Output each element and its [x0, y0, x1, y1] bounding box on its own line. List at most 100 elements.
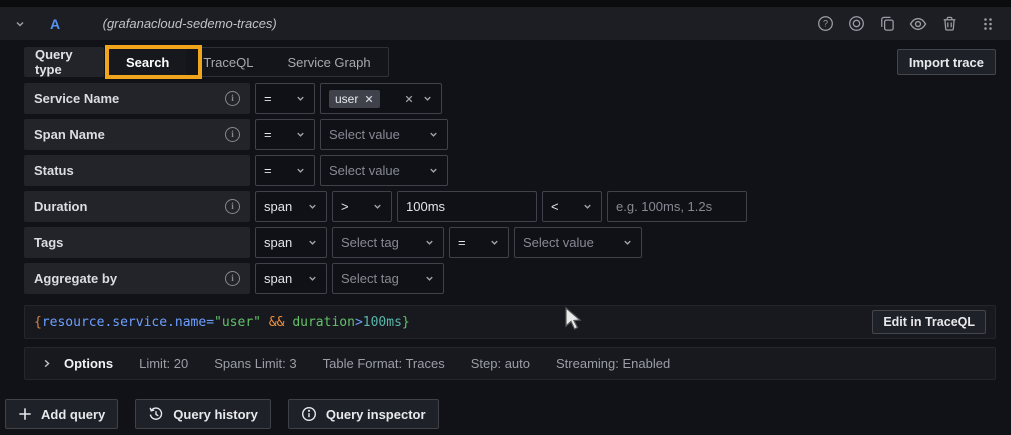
drag-handle-icon[interactable] — [979, 15, 997, 33]
filter-row-span-name: Span Name i = Select value — [24, 119, 747, 150]
filter-label-text: Tags — [34, 235, 63, 250]
duration-max-input[interactable] — [607, 191, 747, 222]
service-name-value-select[interactable]: user — [320, 83, 442, 114]
span-name-value-select[interactable]: Select value — [320, 119, 448, 150]
status-value-select[interactable]: Select value — [320, 155, 448, 186]
select-value: = — [264, 127, 272, 142]
remove-value-icon[interactable] — [364, 94, 374, 104]
tags-operator-select[interactable]: = — [449, 227, 509, 258]
traceql-token: = — [206, 315, 214, 330]
aggregate-scope-select[interactable]: span — [255, 263, 327, 294]
chevron-down-icon — [616, 237, 633, 248]
chevron-down-icon — [301, 237, 318, 248]
option-table-format: Table Format: Traces — [323, 356, 445, 371]
filter-label-duration: Duration i — [24, 191, 250, 222]
filter-label-status: Status — [24, 155, 250, 186]
info-icon[interactable]: i — [225, 199, 240, 214]
tags-scope-select[interactable]: span — [255, 227, 327, 258]
chevron-down-icon — [289, 93, 306, 104]
duration-scope-select[interactable]: span — [255, 191, 327, 222]
tab-service-graph[interactable]: Service Graph — [270, 48, 387, 76]
collapse-chevron-down-icon[interactable] — [14, 18, 26, 30]
svg-text:?: ? — [822, 19, 827, 29]
filter-label-service-name: Service Name i — [24, 83, 250, 114]
select-placeholder: Select value — [329, 163, 400, 178]
help-icon[interactable]: ? — [816, 15, 834, 33]
filter-label-text: Service Name — [34, 91, 119, 106]
select-value: span — [264, 271, 292, 286]
chevron-down-icon — [418, 237, 435, 248]
chevron-right-icon[interactable] — [41, 358, 52, 369]
info-icon[interactable]: i — [225, 91, 240, 106]
tags-value-select[interactable]: Select value — [514, 227, 642, 258]
select-value: > — [341, 199, 349, 214]
filter-label-text: Span Name — [34, 127, 105, 142]
filter-row-status: Status = Select value — [24, 155, 747, 186]
chevron-down-icon — [301, 273, 318, 284]
plus-icon — [18, 407, 32, 421]
traceql-token: duration — [292, 315, 355, 330]
select-placeholder: Select value — [523, 235, 594, 250]
option-limit: Limit: 20 — [139, 356, 188, 371]
query-actions: ? — [816, 15, 997, 33]
history-icon — [148, 406, 164, 422]
duration-min-operator-select[interactable]: > — [332, 191, 392, 222]
button-label: Query inspector — [326, 407, 426, 422]
query-type-label: Query type — [24, 47, 104, 77]
button-label: Query history — [173, 407, 258, 422]
filter-label-aggregate-by: Aggregate by i — [24, 263, 250, 294]
filter-row-service-name: Service Name i = user — [24, 83, 747, 114]
duration-min-input[interactable] — [397, 191, 537, 222]
filter-label-text: Duration — [34, 199, 87, 214]
traceql-token: "user" — [214, 315, 261, 330]
select-value: = — [264, 163, 272, 178]
chip-label: user — [335, 92, 358, 106]
import-trace-button[interactable]: Import trace — [897, 49, 996, 75]
options-title[interactable]: Options — [64, 356, 113, 371]
query-type-tabs: SearchTraceQLService Graph — [108, 47, 389, 77]
chevron-down-icon — [422, 129, 439, 140]
tab-traceql[interactable]: TraceQL — [186, 48, 270, 76]
query-inspector-button[interactable]: Query inspector — [288, 399, 439, 429]
eye-icon[interactable] — [909, 15, 927, 33]
clear-all-icon[interactable] — [398, 94, 414, 104]
traceql-token: 100ms — [363, 315, 402, 330]
button-label: Add query — [41, 407, 105, 422]
datasource-title: (grafanacloud-sedemo-traces) — [103, 16, 277, 31]
info-icon[interactable]: i — [225, 127, 240, 142]
option-spans-limit: Spans Limit: 3 — [214, 356, 296, 371]
edit-in-traceql-button[interactable]: Edit in TraceQL — [872, 310, 986, 334]
panel-top-edge — [0, 0, 1011, 7]
query-ref-id[interactable]: A — [50, 16, 61, 32]
select-placeholder: Select value — [329, 127, 400, 142]
chevron-down-icon — [289, 129, 306, 140]
traceql-preview: {resource.service.name="user" && duratio… — [34, 315, 410, 330]
aggregate-tag-select[interactable]: Select tag — [332, 263, 444, 294]
filter-row-aggregate-by: Aggregate by i span Select tag — [24, 263, 747, 294]
filter-label-text: Aggregate by — [34, 271, 117, 286]
service-name-operator-select[interactable]: = — [255, 83, 315, 114]
span-name-operator-select[interactable]: = — [255, 119, 315, 150]
info-icon[interactable]: i — [225, 271, 240, 286]
filter-label-text: Status — [34, 163, 74, 178]
record-icon[interactable] — [847, 15, 865, 33]
status-operator-select[interactable]: = — [255, 155, 315, 186]
option-step: Step: auto — [471, 356, 530, 371]
chevron-down-icon — [422, 165, 439, 176]
tags-tag-select[interactable]: Select tag — [332, 227, 444, 258]
chevron-down-icon — [416, 93, 433, 104]
select-value: = — [458, 235, 466, 250]
options-collapsed-bar[interactable]: Options Limit: 20 Spans Limit: 3 Table For… — [24, 347, 996, 380]
traceql-token: { — [34, 315, 42, 330]
query-history-button[interactable]: Query history — [135, 399, 271, 429]
add-query-button[interactable]: Add query — [5, 399, 118, 429]
copy-icon[interactable] — [878, 15, 896, 33]
select-value: = — [264, 91, 272, 106]
filter-label-tags: Tags — [24, 227, 250, 258]
tab-search[interactable]: Search — [109, 48, 186, 76]
trash-icon[interactable] — [940, 15, 958, 33]
duration-max-operator-select[interactable]: < — [542, 191, 602, 222]
chevron-down-icon — [366, 201, 383, 212]
chevron-down-icon — [418, 273, 435, 284]
chevron-down-icon — [483, 237, 500, 248]
